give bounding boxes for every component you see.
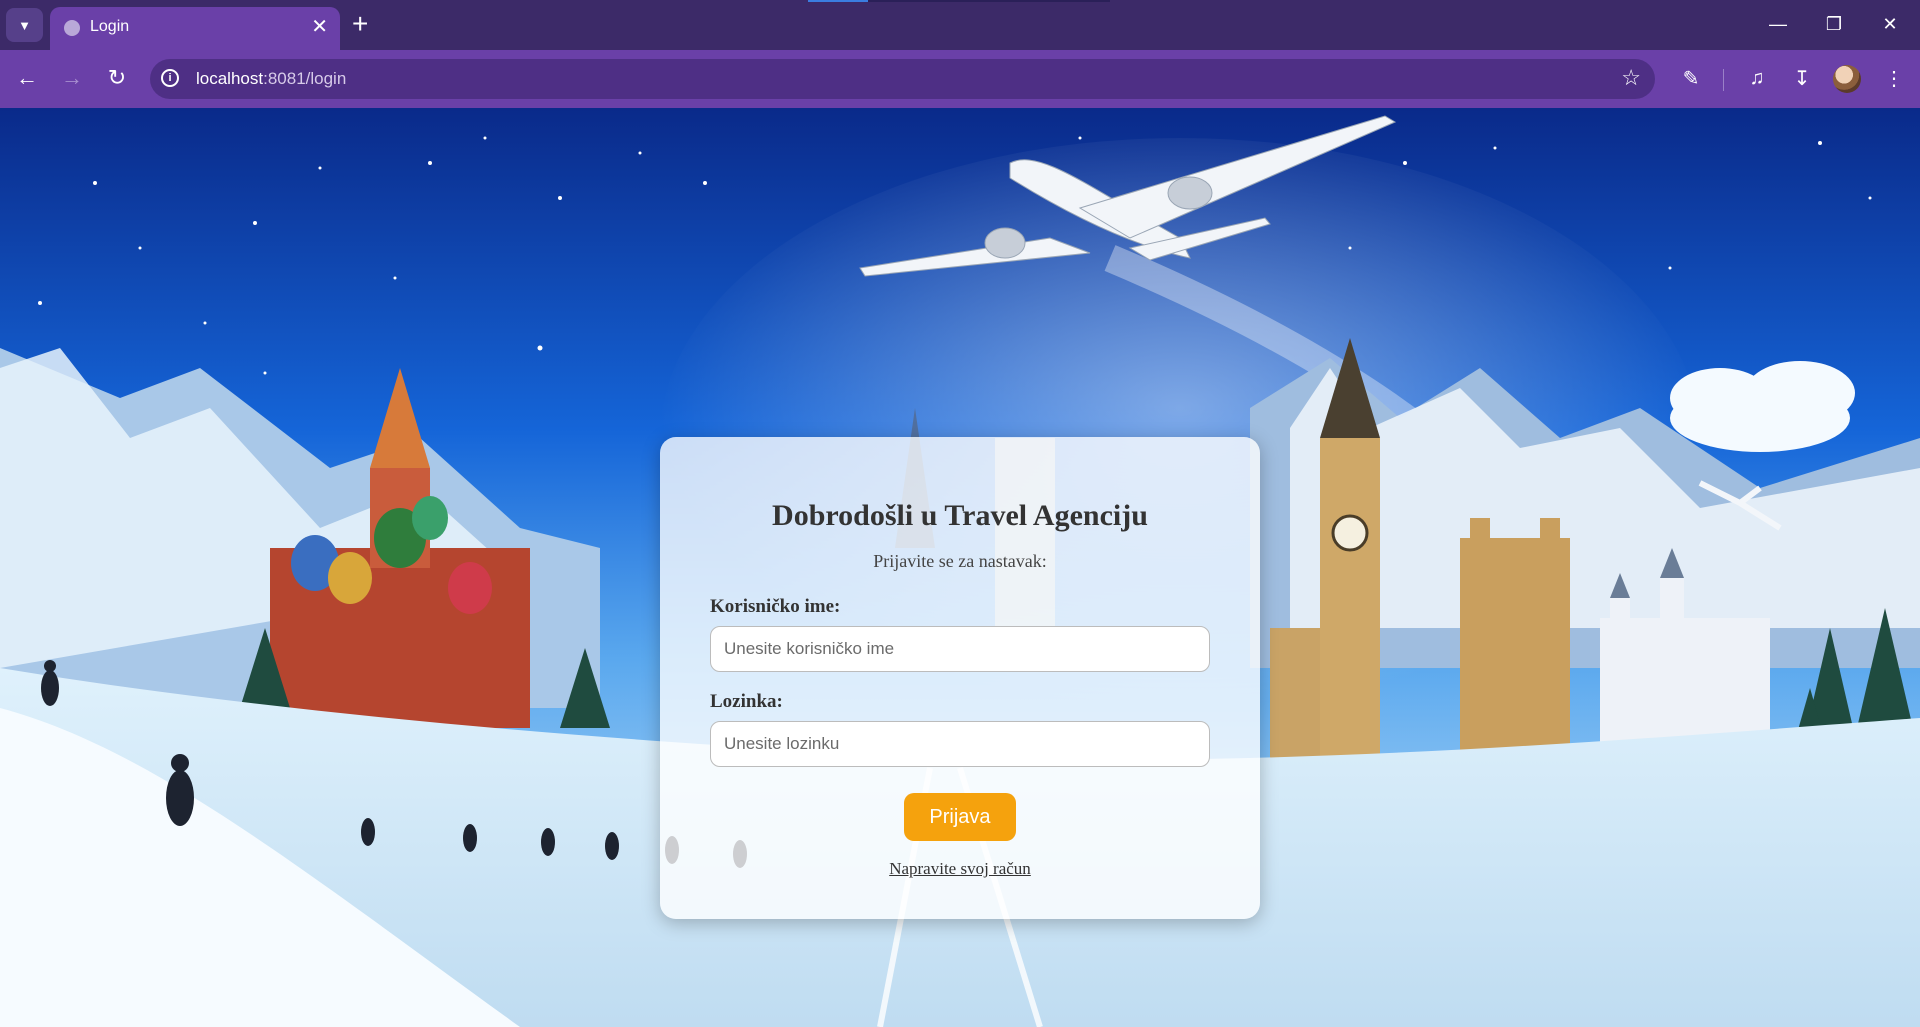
profile-avatar[interactable] [1833, 65, 1861, 93]
register-link[interactable]: Napravite svoj račun [660, 859, 1260, 879]
tab-title: Login [90, 18, 130, 35]
password-label: Lozinka: [710, 691, 783, 712]
page-title: Dobrodošli u Travel Agenciju [772, 499, 1148, 532]
browser-toolbar: ← → ↻ i localhost:8081/login ☆ ✎ ♫ ↧ ⋮ [0, 50, 1920, 108]
back-button[interactable]: ← [10, 61, 44, 95]
address-bar[interactable]: i localhost:8081/login ☆ [150, 59, 1655, 99]
tab-search-button[interactable]: ▼ [6, 8, 43, 42]
media-control-icon[interactable]: ♫ [1740, 61, 1774, 95]
site-info-icon[interactable]: i [161, 69, 179, 87]
page-viewport: Dobrodošli u Travel Agenciju Prijavite s… [0, 108, 1920, 1027]
username-label: Korisničko ime: [710, 596, 841, 617]
toolbar-divider [1723, 69, 1724, 91]
login-button[interactable]: Prijava [904, 793, 1016, 841]
login-subtitle: Prijavite se za nastavak: [873, 551, 1047, 571]
reload-button[interactable]: ↻ [100, 61, 134, 95]
restore-button[interactable]: ❐ [1806, 0, 1862, 48]
extensions-icon[interactable]: ✎ [1674, 61, 1708, 95]
globe-icon [64, 20, 80, 36]
loading-indicator [808, 0, 1110, 2]
password-input[interactable] [710, 721, 1210, 767]
download-icon[interactable]: ↧ [1785, 61, 1819, 95]
new-tab-button[interactable]: + [352, 6, 368, 42]
chevron-down-icon: ▼ [18, 17, 31, 33]
url-text[interactable]: localhost:8081/login [196, 69, 346, 89]
menu-kebab-icon[interactable]: ⋮ [1877, 61, 1911, 95]
forward-button[interactable]: → [55, 61, 89, 95]
login-card: Dobrodošli u Travel Agenciju Prijavite s… [660, 437, 1260, 919]
minimize-button[interactable]: — [1750, 0, 1806, 48]
close-window-button[interactable]: ✕ [1862, 0, 1918, 48]
close-tab-icon[interactable]: ✕ [311, 15, 328, 39]
tab-strip: ▼ Login ✕ + — ❐ ✕ [0, 0, 1920, 50]
username-input[interactable] [710, 626, 1210, 672]
bookmark-star-icon[interactable]: ☆ [1621, 65, 1641, 91]
tab-login[interactable]: Login ✕ [50, 7, 340, 50]
